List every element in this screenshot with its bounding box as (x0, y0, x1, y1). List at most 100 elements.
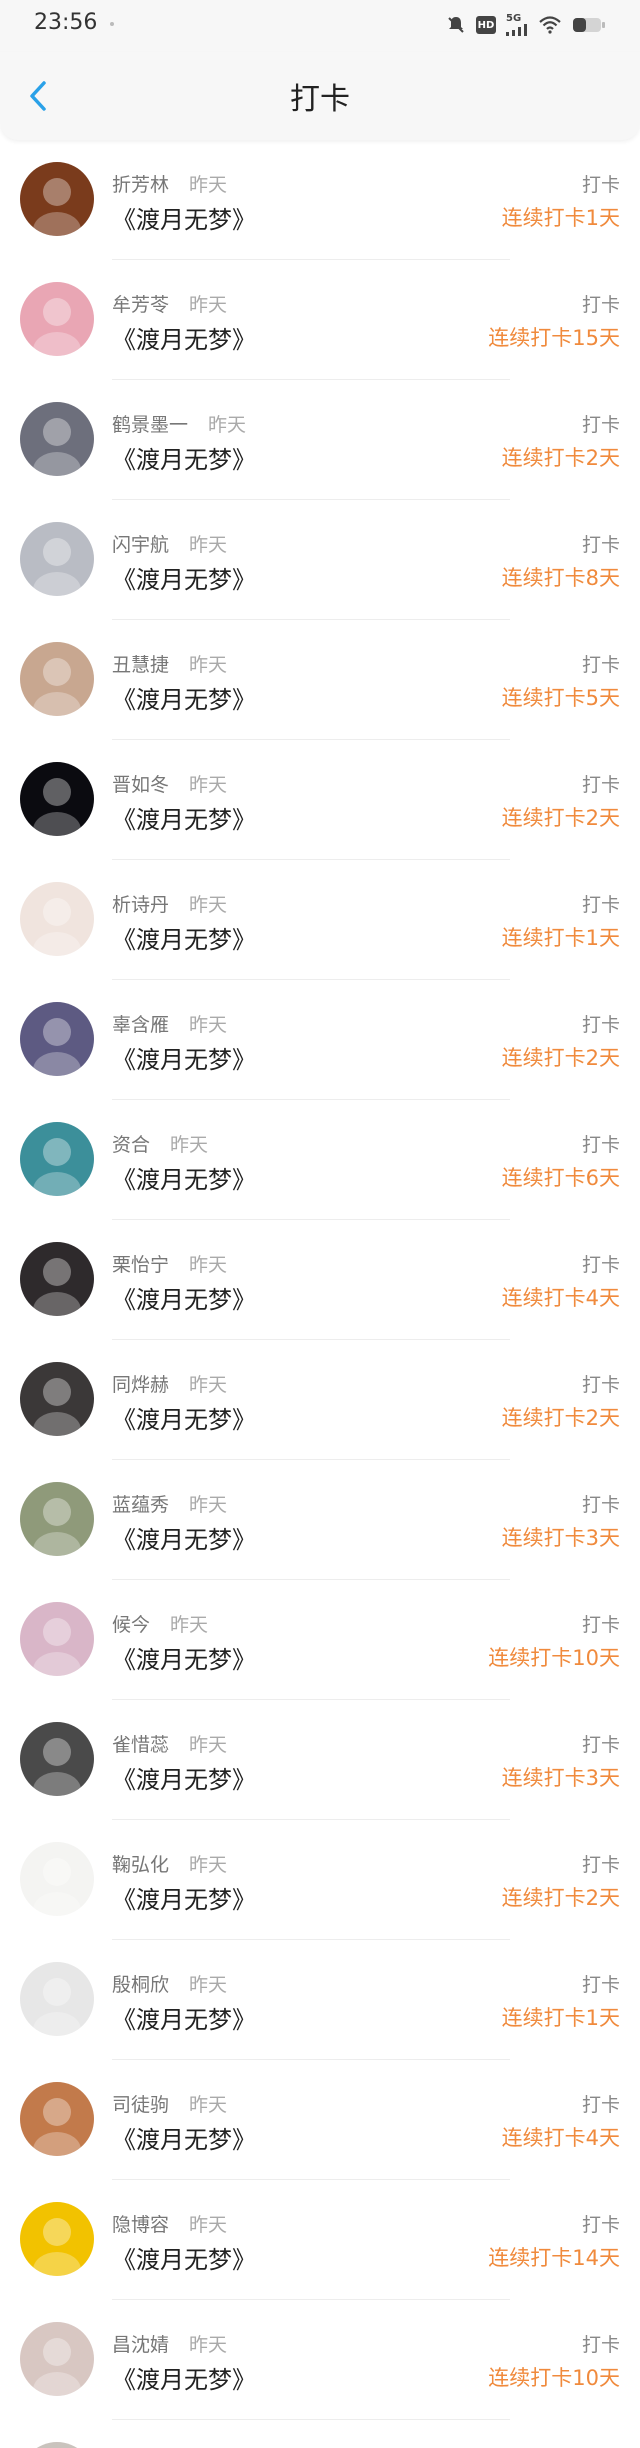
user-name[interactable]: 鹤景墨一 (112, 414, 188, 436)
list-item[interactable]: 晋如冬 昨天 《渡月无梦》 打卡 连续打卡2天 (0, 740, 640, 860)
list-item[interactable]: 丑慧捷 昨天 《渡月无梦》 打卡 连续打卡5天 (0, 620, 640, 740)
avatar[interactable] (20, 2442, 94, 2448)
streak-label: 连续打卡5天 (501, 686, 620, 710)
list-item[interactable]: 栗怡宁 昨天 《渡月无梦》 打卡 连续打卡4天 (0, 1220, 640, 1340)
list-item[interactable]: 候今 昨天 《渡月无梦》 打卡 连续打卡10天 (0, 1580, 640, 1700)
list-item-partial[interactable] (0, 2420, 640, 2448)
list-item[interactable]: 鹤景墨一 昨天 《渡月无梦》 打卡 连续打卡2天 (0, 380, 640, 500)
avatar[interactable] (20, 2202, 94, 2276)
avatar[interactable] (20, 1482, 94, 1556)
book-title[interactable]: 《渡月无梦》 (112, 800, 256, 835)
avatar[interactable] (20, 2082, 94, 2156)
book-title[interactable]: 《渡月无梦》 (112, 560, 256, 595)
avatar-image-icon (20, 762, 94, 836)
user-name[interactable]: 隐博容 (112, 2214, 169, 2236)
book-title[interactable]: 《渡月无梦》 (112, 1520, 256, 1555)
avatar[interactable] (20, 1722, 94, 1796)
user-name-line: 候今 昨天 (112, 1610, 208, 1637)
avatar[interactable] (20, 1122, 94, 1196)
user-name[interactable]: 雀惜蕊 (112, 1734, 169, 1756)
book-title[interactable]: 《渡月无梦》 (112, 2120, 256, 2155)
avatar-image-icon (20, 2202, 94, 2276)
user-name[interactable]: 折芳林 (112, 174, 169, 196)
user-name-line: 栗怡宁 昨天 (112, 1250, 227, 1277)
book-title[interactable]: 《渡月无梦》 (112, 1760, 256, 1795)
avatar-image-icon (20, 522, 94, 596)
user-name[interactable]: 司徒驹 (112, 2094, 169, 2116)
time-label: 昨天 (189, 774, 228, 796)
user-name[interactable]: 鞠弘化 (112, 1854, 169, 1876)
signal-bars-icon (506, 24, 527, 36)
streak-label: 连续打卡1天 (501, 206, 620, 230)
user-name[interactable]: 殷桐欣 (112, 1974, 169, 1996)
avatar[interactable] (20, 1962, 94, 2036)
book-title[interactable]: 《渡月无梦》 (112, 920, 256, 955)
book-title[interactable]: 《渡月无梦》 (112, 1280, 256, 1315)
user-name-line: 昌沈婧 昨天 (112, 2330, 227, 2357)
list-item[interactable]: 折芳林 昨天 《渡月无梦》 打卡 连续打卡1天 (0, 140, 640, 260)
book-title[interactable]: 《渡月无梦》 (112, 680, 256, 715)
book-title[interactable]: 《渡月无梦》 (112, 1040, 256, 1075)
book-title[interactable]: 《渡月无梦》 (112, 440, 256, 475)
nav-bar: 打卡 (0, 52, 640, 140)
avatar-image-icon (20, 1242, 94, 1316)
avatar[interactable] (20, 1242, 94, 1316)
avatar[interactable] (20, 2322, 94, 2396)
book-title[interactable]: 《渡月无梦》 (112, 1880, 256, 1915)
list-item[interactable]: 同烨赫 昨天 《渡月无梦》 打卡 连续打卡2天 (0, 1340, 640, 1460)
avatar[interactable] (20, 1362, 94, 1436)
streak-label: 连续打卡14天 (488, 2246, 620, 2270)
avatar[interactable] (20, 642, 94, 716)
list-item[interactable]: 隐博容 昨天 《渡月无梦》 打卡 连续打卡14天 (0, 2180, 640, 2300)
avatar[interactable] (20, 1002, 94, 1076)
user-name[interactable]: 牟芳苓 (112, 294, 169, 316)
avatar[interactable] (20, 522, 94, 596)
user-name[interactable]: 候今 (112, 1614, 150, 1636)
list-item[interactable]: 殷桐欣 昨天 《渡月无梦》 打卡 连续打卡1天 (0, 1940, 640, 2060)
list-item[interactable]: 昌沈婧 昨天 《渡月无梦》 打卡 连续打卡10天 (0, 2300, 640, 2420)
user-name[interactable]: 蓝蕴秀 (112, 1494, 169, 1516)
avatar[interactable] (20, 762, 94, 836)
user-name[interactable]: 栗怡宁 (112, 1254, 169, 1276)
list-item[interactable]: 辜含雁 昨天 《渡月无梦》 打卡 连续打卡2天 (0, 980, 640, 1100)
book-title[interactable]: 《渡月无梦》 (112, 1640, 256, 1675)
user-name[interactable]: 昌沈婧 (112, 2334, 169, 2356)
book-title[interactable]: 《渡月无梦》 (112, 1160, 256, 1195)
book-title[interactable]: 《渡月无梦》 (112, 1400, 256, 1435)
hd-badge: HD (476, 16, 496, 34)
user-name[interactable]: 同烨赫 (112, 1374, 169, 1396)
book-title[interactable]: 《渡月无梦》 (112, 2000, 256, 2035)
avatar[interactable] (20, 162, 94, 236)
list-item[interactable]: 蓝蕴秀 昨天 《渡月无梦》 打卡 连续打卡3天 (0, 1460, 640, 1580)
list-item[interactable]: 资合 昨天 《渡月无梦》 打卡 连续打卡6天 (0, 1100, 640, 1220)
book-title[interactable]: 《渡月无梦》 (112, 320, 256, 355)
user-name[interactable]: 析诗丹 (112, 894, 169, 916)
action-label: 打卡 (581, 2214, 620, 2236)
avatar[interactable] (20, 1602, 94, 1676)
streak-label: 连续打卡3天 (501, 1766, 620, 1790)
user-name[interactable]: 辜含雁 (112, 1014, 169, 1036)
book-title[interactable]: 《渡月无梦》 (112, 2360, 256, 2395)
time-label: 昨天 (189, 894, 228, 916)
time-label: 昨天 (189, 1974, 228, 1996)
user-name[interactable]: 晋如冬 (112, 774, 169, 796)
book-title[interactable]: 《渡月无梦》 (112, 200, 256, 235)
book-title[interactable]: 《渡月无梦》 (112, 2240, 256, 2275)
avatar-image-icon (20, 2322, 94, 2396)
list-item[interactable]: 鞠弘化 昨天 《渡月无梦》 打卡 连续打卡2天 (0, 1820, 640, 1940)
user-name[interactable]: 资合 (112, 1134, 150, 1156)
list-item[interactable]: 析诗丹 昨天 《渡月无梦》 打卡 连续打卡1天 (0, 860, 640, 980)
list-item[interactable]: 雀惜蕊 昨天 《渡月无梦》 打卡 连续打卡3天 (0, 1700, 640, 1820)
action-label: 打卡 (581, 1134, 620, 1156)
list-item[interactable]: 牟芳苓 昨天 《渡月无梦》 打卡 连续打卡15天 (0, 260, 640, 380)
avatar[interactable] (20, 402, 94, 476)
avatar[interactable] (20, 882, 94, 956)
list-item[interactable]: 闪宇航 昨天 《渡月无梦》 打卡 连续打卡8天 (0, 500, 640, 620)
user-name[interactable]: 闪宇航 (112, 534, 169, 556)
user-name[interactable]: 丑慧捷 (112, 654, 169, 676)
avatar[interactable] (20, 1842, 94, 1916)
streak-label: 连续打卡2天 (501, 1886, 620, 1910)
streak-label: 连续打卡1天 (501, 2006, 620, 2030)
avatar[interactable] (20, 282, 94, 356)
list-item[interactable]: 司徒驹 昨天 《渡月无梦》 打卡 连续打卡4天 (0, 2060, 640, 2180)
